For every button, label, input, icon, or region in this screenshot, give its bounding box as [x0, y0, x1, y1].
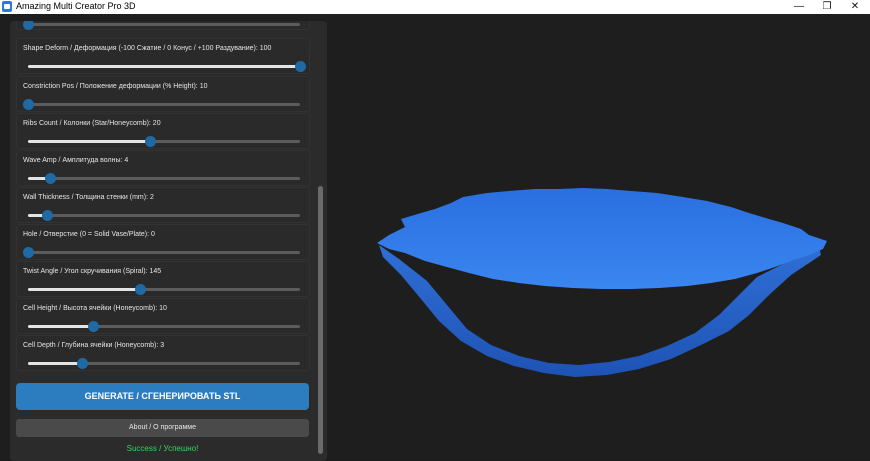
slider-frame-cell-depth: Cell Depth / Глубина ячейки (Honeycomb):…	[16, 335, 310, 371]
title-bar: Amazing Multi Creator Pro 3D — ❐ ✕	[0, 0, 870, 14]
slider-thumb[interactable]	[295, 61, 306, 72]
bowl-rim	[377, 188, 827, 289]
slider-thumb[interactable]	[88, 321, 100, 332]
slider-label: Hole / Отверстие (0 = Solid Vase/Plate):…	[23, 231, 155, 238]
panel-scrollbar[interactable]	[317, 21, 325, 461]
slider-frame-top	[16, 21, 310, 30]
slider-thumb[interactable]	[145, 136, 157, 147]
slider-thumb[interactable]	[42, 210, 54, 221]
slider-fill	[28, 325, 94, 328]
slider-track[interactable]	[23, 99, 300, 110]
slider-thumb[interactable]	[23, 21, 34, 30]
slider-thumb[interactable]	[134, 284, 146, 295]
slider-thumb[interactable]	[23, 247, 34, 258]
slider-label: Shape Deform / Деформация (-100 Сжатие /…	[23, 45, 272, 52]
slider-thumb[interactable]	[23, 99, 34, 110]
slider-track[interactable]	[28, 210, 300, 221]
slider-track[interactable]	[23, 21, 300, 30]
slider-thumb[interactable]	[77, 358, 89, 369]
slider-label: Wave Amp / Амплитуда волны: 4	[23, 157, 129, 164]
slider-frame-constriction-pos: Constriction Pos / Положение деформации …	[16, 76, 310, 112]
slider-frame-wave-amp: Wave Amp / Амплитуда волны: 4	[16, 150, 310, 186]
slider-frame-wall-thickness: Wall Thickness / Толщина стенки (mm): 2	[16, 187, 310, 223]
slider-fill	[28, 288, 140, 291]
model-preview	[377, 188, 827, 377]
slider-track[interactable]	[28, 284, 300, 295]
slider-frame-shape-deform: Shape Deform / Деформация (-100 Сжатие /…	[16, 38, 310, 74]
slider-thumb[interactable]	[44, 173, 56, 184]
scrollbar-thumb[interactable]	[318, 186, 323, 454]
slider-frame-ribs-count: Ribs Count / Колонки (Star/Honeycomb): 2…	[16, 113, 310, 149]
restore-button[interactable]: ❐	[812, 0, 842, 14]
slider-label: Cell Depth / Глубина ячейки (Honeycomb):…	[23, 342, 165, 349]
slider-track[interactable]	[28, 173, 300, 184]
slider-fill	[28, 65, 300, 68]
settings-panel: Shape Deform / Деформация (-100 Сжатие /…	[10, 21, 327, 461]
about-button[interactable]: About / О программе	[16, 419, 309, 437]
slider-track[interactable]	[23, 247, 300, 258]
close-button[interactable]: ✕	[840, 0, 870, 14]
slider-frame-twist-angle: Twist Angle / Угол скручивания (Spiral):…	[16, 261, 310, 297]
slider-track[interactable]	[28, 136, 300, 147]
3d-viewport[interactable]	[339, 23, 862, 457]
status-message: Success / Успешно!	[126, 444, 199, 453]
slider-frame-hole: Hole / Отверстие (0 = Solid Vase/Plate):…	[16, 224, 310, 260]
slider-label: Wall Thickness / Толщина стенки (mm): 2	[23, 194, 154, 201]
slider-label: Ribs Count / Колонки (Star/Honeycomb): 2…	[23, 120, 161, 127]
slider-label: Constriction Pos / Положение деформации …	[23, 83, 208, 90]
slider-frame-cell-height: Cell Height / Высота ячейки (Honeycomb):…	[16, 298, 310, 334]
generate-stl-button[interactable]: GENERATE / СГЕНЕРИРОВАТЬ STL	[16, 383, 309, 410]
slider-label: Cell Height / Высота ячейки (Honeycomb):…	[23, 305, 167, 312]
slider-fill	[28, 140, 151, 143]
slider-fill	[28, 362, 83, 365]
slider-track[interactable]	[28, 61, 306, 72]
window-title: Amazing Multi Creator Pro 3D	[16, 1, 136, 11]
slider-label: Twist Angle / Угол скручивания (Spiral):…	[23, 268, 162, 275]
slider-track[interactable]	[28, 358, 300, 369]
app-icon	[2, 1, 12, 12]
minimize-button[interactable]: —	[784, 0, 814, 14]
slider-track[interactable]	[28, 321, 300, 332]
app-body: Shape Deform / Деформация (-100 Сжатие /…	[0, 14, 870, 461]
